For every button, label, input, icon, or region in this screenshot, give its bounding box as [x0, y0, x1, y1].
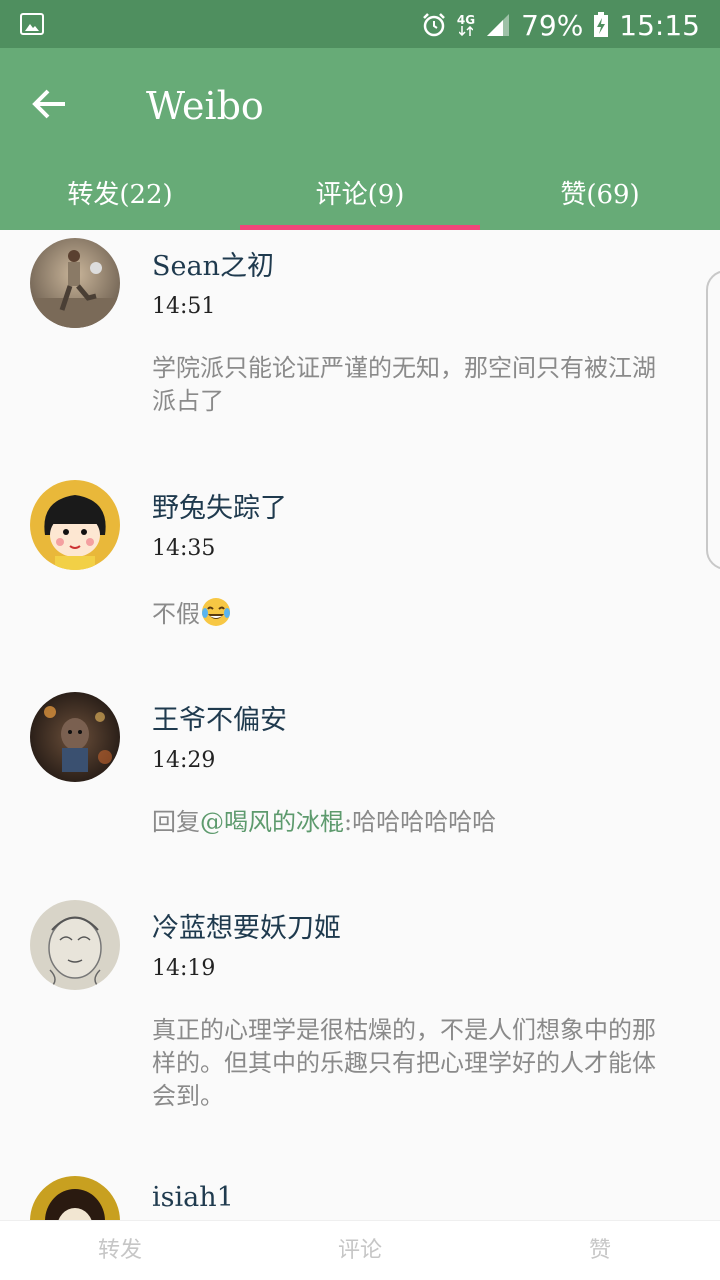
comment-time: 14:51 — [152, 294, 216, 319]
comment-text: 不假 — [152, 596, 672, 637]
comment-item[interactable]: 野兔失踪了 14:35 不假 — [0, 470, 720, 670]
comment-text: 学院派只能论证严谨的无知，那空间只有被江湖派占了 — [152, 354, 656, 415]
comment-item[interactable]: 王爷不偏安 14:29 回复@喝风的冰棍:哈哈哈哈哈哈 — [0, 682, 720, 882]
comment-text: 真正的心理学是很枯燥的，不是人们想象中的那样的。但其中的乐趣只有把心理学好的人才… — [152, 1016, 656, 1110]
comment-item[interactable]: isiah1 — [0, 1170, 720, 1220]
comment-item[interactable]: 冷蓝想要妖刀姬 14:19 真正的心理学是很枯燥的，不是人们想象中的那样的。但其… — [0, 894, 720, 1154]
tab-likes[interactable]: 赞(69) — [480, 166, 720, 230]
signal-icon — [485, 12, 511, 38]
comment-body: :哈哈哈哈哈哈 — [344, 808, 497, 836]
comment-time: 14:29 — [152, 748, 216, 773]
gallery-icon — [20, 13, 44, 35]
bottom-action-bar: 转发 评论 赞 — [0, 1220, 720, 1280]
comment-button[interactable]: 评论 — [240, 1221, 480, 1280]
page-title: Weibo — [146, 84, 264, 128]
comment-time: 14:35 — [152, 536, 216, 561]
comment-list[interactable]: Sean之初 14:51 学院派只能论证严谨的无知，那空间只有被江湖派占了 野兔… — [0, 230, 720, 1220]
alarm-icon — [421, 12, 447, 38]
battery-charging-icon — [593, 12, 609, 38]
network-type-label: 4G — [457, 14, 475, 36]
comment-author[interactable]: Sean之初 — [152, 244, 274, 283]
app-bar: Weibo 转发(22) 评论(9) 赞(69) — [0, 48, 720, 230]
mention-link[interactable]: @喝风的冰棍 — [200, 808, 344, 836]
comment-author[interactable]: 冷蓝想要妖刀姬 — [152, 906, 341, 945]
avatar[interactable] — [30, 480, 120, 570]
battery-percent: 79% — [521, 8, 584, 42]
comment-time: 14:19 — [152, 956, 216, 981]
status-bar: 4G 79% 15:15 — [0, 0, 720, 48]
avatar[interactable] — [30, 1176, 120, 1220]
comment-text: 回复@喝风的冰棍:哈哈哈哈哈哈 — [152, 806, 672, 839]
tab-reposts[interactable]: 转发(22) — [0, 166, 240, 230]
avatar[interactable] — [30, 692, 120, 782]
comment-author[interactable]: 野兔失踪了 — [152, 486, 287, 525]
comment-author[interactable]: isiah1 — [152, 1182, 234, 1213]
clock: 15:15 — [619, 8, 700, 42]
back-button[interactable] — [24, 78, 74, 130]
edge-panel-handle[interactable] — [706, 270, 720, 570]
avatar[interactable] — [30, 238, 120, 328]
avatar[interactable] — [30, 900, 120, 990]
comment-item[interactable]: Sean之初 14:51 学院派只能论证严谨的无知，那空间只有被江湖派占了 — [0, 230, 720, 460]
laughing-tears-emoji-icon — [200, 596, 232, 637]
comment-author[interactable]: 王爷不偏安 — [152, 698, 287, 737]
tab-comments[interactable]: 评论(9) — [240, 166, 480, 230]
tab-bar: 转发(22) 评论(9) 赞(69) — [0, 166, 720, 230]
reply-prefix: 回复 — [152, 808, 200, 836]
comment-body: 不假 — [152, 600, 200, 628]
repost-button[interactable]: 转发 — [0, 1221, 240, 1280]
arrow-left-icon — [32, 89, 65, 119]
like-button[interactable]: 赞 — [480, 1221, 720, 1280]
